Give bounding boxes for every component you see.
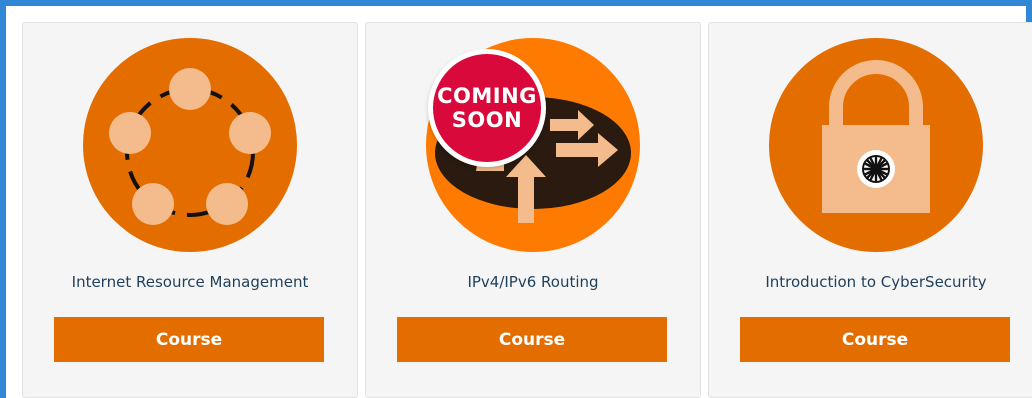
- course-title[interactable]: Internet Resource Management: [23, 273, 357, 291]
- course-title[interactable]: IPv4/IPv6 Routing: [366, 273, 700, 291]
- badge-line-2: SOON: [451, 108, 523, 132]
- padlock-icon: [769, 38, 983, 252]
- course-card-introduction-to-cybersecurity[interactable]: Introduction to CyberSecurity Course: [708, 22, 1032, 398]
- course-panel: Internet Resource Management Course COMI…: [0, 0, 1032, 398]
- course-art: [709, 37, 1032, 259]
- coming-soon-badge: COMING SOON: [428, 49, 546, 167]
- course-button[interactable]: Course: [740, 317, 1010, 362]
- badge-line-1: COMING: [437, 84, 537, 108]
- course-title[interactable]: Introduction to CyberSecurity: [709, 273, 1032, 291]
- course-card-ipv4-ipv6-routing[interactable]: COMING SOON IPv4/IPv6 Routing Course: [365, 22, 701, 398]
- course-art: COMING SOON: [366, 37, 700, 259]
- course-button[interactable]: Course: [397, 317, 667, 362]
- course-art: [23, 37, 357, 259]
- course-card-internet-resource-management[interactable]: Internet Resource Management Course: [22, 22, 358, 398]
- network-nodes-icon: [83, 38, 297, 252]
- course-button[interactable]: Course: [54, 317, 324, 362]
